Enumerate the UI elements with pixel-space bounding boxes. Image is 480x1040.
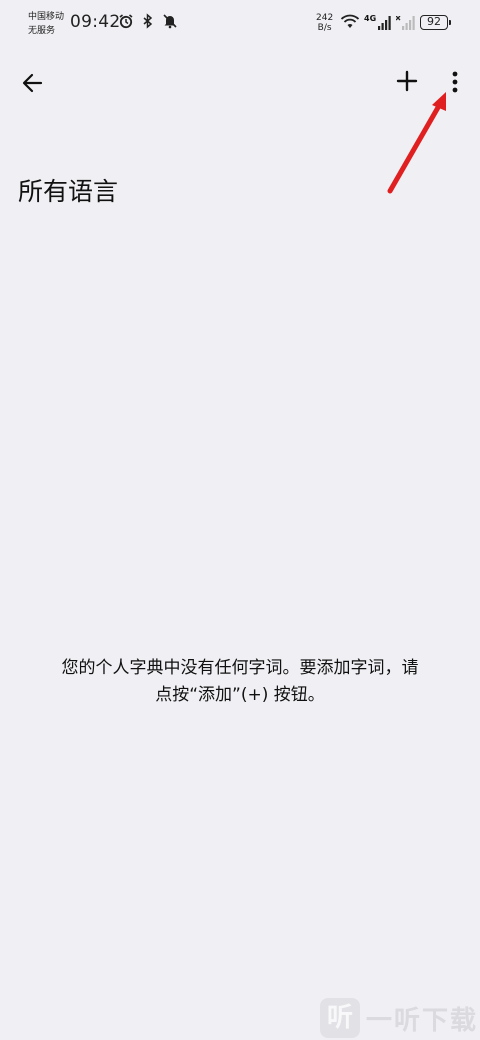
page-title: 所有语言 [18, 177, 119, 206]
no-signal-icon [395, 15, 416, 34]
status-icons-right: 4G [340, 14, 416, 34]
watermark-text: 一听下载 [366, 1005, 479, 1036]
back-button[interactable] [16, 66, 50, 100]
annotation-arrow [387, 92, 446, 194]
empty-state-line: 点按“添加”(+) 按钮。 [155, 685, 325, 705]
status-icons-left [118, 13, 178, 29]
net-speed-value: 242 [316, 13, 334, 23]
status-time: 09:42 [70, 12, 121, 32]
carrier-info: 中国移动 无服务 [28, 10, 64, 38]
signal-icon [378, 15, 392, 34]
net-speed-unit: B/s [317, 23, 332, 33]
net-speed: 242 B/s [316, 13, 333, 33]
mute-icon [162, 13, 178, 29]
network-type: 4G [364, 14, 377, 23]
carrier-service: 无服务 [28, 26, 56, 36]
watermark: 听 一听下载 [320, 996, 480, 1040]
arrow-left-icon [22, 73, 43, 93]
carrier-name: 中国移动 [28, 12, 65, 22]
battery-indicator: 92 [420, 15, 451, 30]
empty-state-line: 您的个人字典中没有任何字词。要添加字词，请 [61, 658, 419, 678]
watermark-logo: 听 [320, 998, 360, 1038]
bluetooth-icon [140, 13, 156, 29]
status-bar: 中国移动 无服务 09:42 242 B/s 4G 92 [0, 0, 480, 44]
wifi-icon [340, 14, 360, 34]
alarm-icon [118, 13, 134, 29]
empty-state-message: 您的个人字典中没有任何字词。要添加字词，请 点按“添加”(+) 按钮。 [10, 655, 470, 709]
